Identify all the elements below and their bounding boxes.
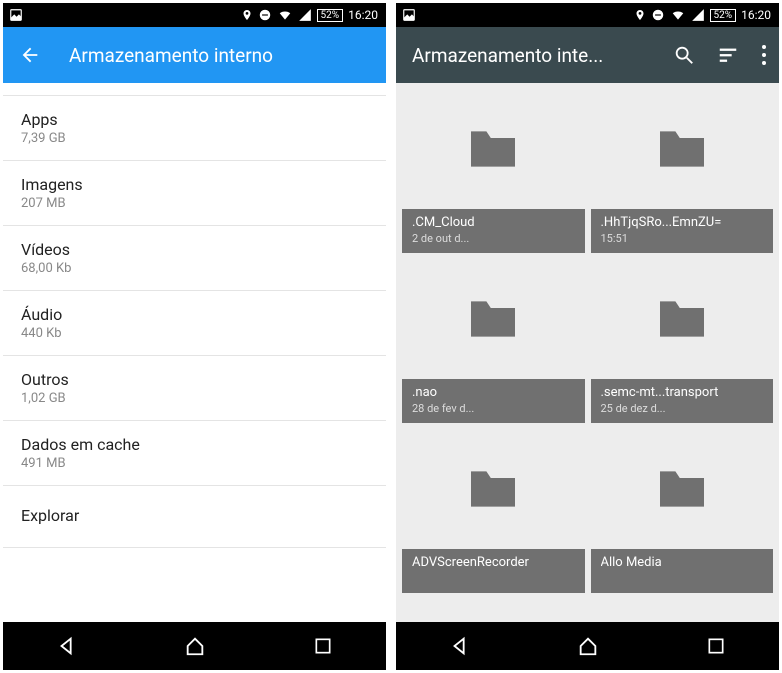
folder-name: ADVScreenRecorder <box>412 555 575 570</box>
storage-item-size: 7,39 GB <box>21 131 368 146</box>
status-bar: 52% 16:20 <box>396 3 779 27</box>
folder-date: 28 de fev d... <box>412 402 575 415</box>
folder-icon <box>591 429 774 549</box>
storage-item-videos[interactable]: Vídeos 68,00 Kb <box>3 226 386 291</box>
signal-icon <box>298 8 312 22</box>
folder-tile[interactable]: Allo Media <box>591 429 774 593</box>
storage-item-images[interactable]: Imagens 207 MB <box>3 161 386 226</box>
storage-item-apps[interactable]: Apps 7,39 GB <box>3 96 386 161</box>
storage-item-audio[interactable]: Áudio 440 Kb <box>3 291 386 356</box>
sort-button[interactable] <box>717 44 739 66</box>
nav-home-button[interactable] <box>184 635 206 657</box>
clock: 16:20 <box>741 8 771 22</box>
folder-icon <box>591 259 774 379</box>
storage-item-label: Outros <box>21 370 368 389</box>
appbar: Armazenamento interno <box>3 27 386 83</box>
folder-name: .CM_Cloud <box>412 215 575 230</box>
folder-date: 15:51 <box>601 232 764 245</box>
location-icon <box>634 8 646 22</box>
folder-icon <box>402 89 585 209</box>
storage-item-label: Apps <box>21 110 368 129</box>
storage-item-cache[interactable]: Dados em cache 491 MB <box>3 421 386 486</box>
screenshot-left: 52% 16:20 Armazenamento interno Apps 7,3… <box>3 3 386 670</box>
search-button[interactable] <box>673 44 695 66</box>
dnd-icon <box>258 8 272 22</box>
folder-tile[interactable]: .CM_Cloud 2 de out d... <box>402 89 585 253</box>
storage-item-size: 207 MB <box>21 196 368 211</box>
folder-icon <box>402 429 585 549</box>
folder-date: 2 de out d... <box>412 232 575 245</box>
folder-date <box>412 572 575 585</box>
folder-date: 25 de dez d... <box>601 402 764 415</box>
storage-item-size: 491 MB <box>21 456 368 471</box>
folder-tile[interactable]: .semc-mt...transport 25 de dez d... <box>591 259 774 423</box>
folder-name: .nao <box>412 385 575 400</box>
image-icon <box>402 8 416 22</box>
folder-tile[interactable]: ADVScreenRecorder <box>402 429 585 593</box>
navigation-bar <box>3 622 386 670</box>
wifi-icon <box>277 8 293 22</box>
folder-name: Allo Media <box>601 555 764 570</box>
folder-name: .semc-mt...transport <box>601 385 764 400</box>
overflow-menu-button[interactable] <box>761 44 767 66</box>
nav-recent-button[interactable] <box>706 636 726 656</box>
dnd-icon <box>651 8 665 22</box>
clock: 16:20 <box>348 8 378 22</box>
screenshot-right: 52% 16:20 Armazenamento inte... <box>396 3 779 670</box>
wifi-icon <box>670 8 686 22</box>
storage-item-label: Explorar <box>21 506 368 525</box>
storage-list: Apps 7,39 GB Imagens 207 MB Vídeos 68,00… <box>3 83 386 622</box>
storage-item-label: Imagens <box>21 175 368 194</box>
folder-tile[interactable]: .HhTjqSRo...EmnZU= 15:51 <box>591 89 774 253</box>
back-button[interactable] <box>19 44 41 66</box>
battery-indicator: 52% <box>317 9 344 22</box>
storage-item-explore[interactable]: Explorar <box>3 486 386 548</box>
status-bar: 52% 16:20 <box>3 3 386 27</box>
page-title: Armazenamento interno <box>69 44 273 67</box>
folder-icon <box>591 89 774 209</box>
storage-item-others[interactable]: Outros 1,02 GB <box>3 356 386 421</box>
signal-icon <box>691 8 705 22</box>
navigation-bar <box>396 622 779 670</box>
storage-item-label: Dados em cache <box>21 435 368 454</box>
folder-grid: .CM_Cloud 2 de out d... .HhTjqSRo...EmnZ… <box>396 83 779 622</box>
storage-item-size: 1,02 GB <box>21 391 368 406</box>
nav-home-button[interactable] <box>577 635 599 657</box>
folder-icon <box>402 259 585 379</box>
image-icon <box>9 8 23 22</box>
folder-date <box>601 572 764 585</box>
nav-recent-button[interactable] <box>313 636 333 656</box>
storage-item-label: Áudio <box>21 305 368 324</box>
nav-back-button[interactable] <box>56 635 78 657</box>
page-title: Armazenamento inte... <box>408 44 673 67</box>
location-icon <box>241 8 253 22</box>
folder-name: .HhTjqSRo...EmnZU= <box>601 215 764 230</box>
storage-item-size: 440 Kb <box>21 326 368 341</box>
folder-tile[interactable]: .nao 28 de fev d... <box>402 259 585 423</box>
appbar: Armazenamento inte... <box>396 27 779 83</box>
storage-item-label: Vídeos <box>21 240 368 259</box>
storage-item-size: 68,00 Kb <box>21 261 368 276</box>
nav-back-button[interactable] <box>449 635 471 657</box>
battery-indicator: 52% <box>710 9 737 22</box>
